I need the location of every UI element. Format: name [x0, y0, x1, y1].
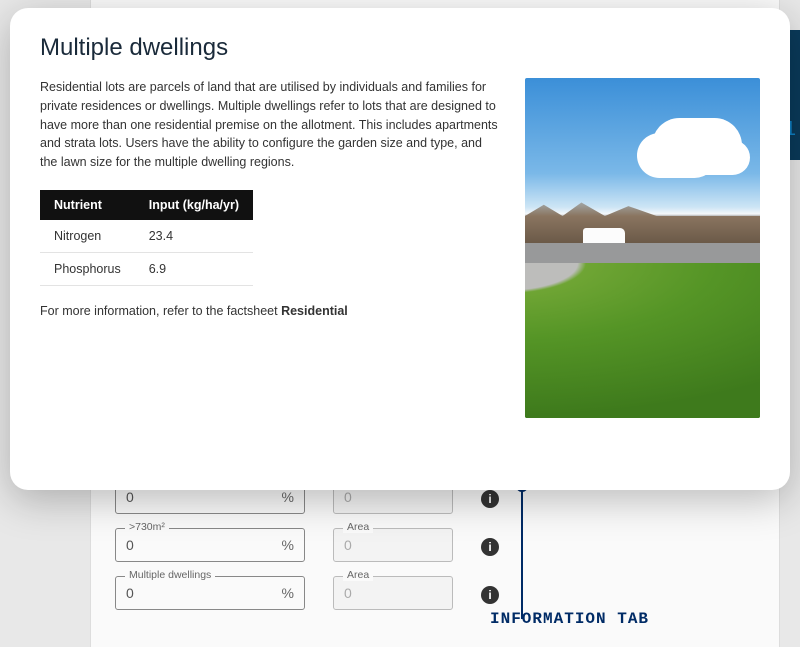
- lawn-shape: [525, 263, 760, 418]
- field-value: 0: [344, 489, 352, 505]
- factsheet-link[interactable]: Residential: [281, 304, 348, 318]
- cell-value: 23.4: [135, 220, 253, 253]
- modal-title: Multiple dwellings: [40, 34, 760, 62]
- cell-nutrient: Phosphorus: [40, 252, 135, 285]
- field-value: 0: [344, 537, 352, 553]
- field-label: Area: [343, 521, 373, 533]
- field-suffix: %: [282, 489, 294, 505]
- form-rows-container: 601-730m² 0 % Area 0 i >730m² 0 % Area 0: [115, 480, 635, 624]
- table-row: Nitrogen 23.4: [40, 220, 253, 253]
- table-header-nutrient: Nutrient: [40, 190, 135, 220]
- info-icon[interactable]: i: [481, 490, 499, 508]
- cell-nutrient: Nitrogen: [40, 220, 135, 253]
- field-suffix: %: [282, 537, 294, 553]
- table-row: Phosphorus 6.9: [40, 252, 253, 285]
- field-value: 0: [344, 585, 352, 601]
- annotation-line: [521, 484, 523, 619]
- info-icon[interactable]: i: [481, 586, 499, 604]
- area-field-gt730: Area 0: [333, 528, 453, 562]
- nutrient-table: Nutrient Input (kg/ha/yr) Nitrogen 23.4 …: [40, 190, 253, 286]
- field-value: 0: [126, 585, 134, 601]
- field-value: 0: [126, 489, 134, 505]
- annotation-label: INFORMATION TAB: [490, 610, 649, 628]
- field-suffix: %: [282, 585, 294, 601]
- modal-photo: [525, 78, 760, 418]
- form-row: >730m² 0 % Area 0 i: [115, 528, 635, 562]
- info-icon[interactable]: i: [481, 538, 499, 556]
- houses-shape: [525, 198, 760, 243]
- form-row: Multiple dwellings 0 % Area 0 i: [115, 576, 635, 610]
- field-label: Area: [343, 569, 373, 581]
- percent-field-multiple-dwellings[interactable]: Multiple dwellings 0 %: [115, 576, 305, 610]
- cell-value: 6.9: [135, 252, 253, 285]
- field-label: >730m²: [125, 521, 169, 533]
- field-label: Multiple dwellings: [125, 569, 215, 581]
- modal-body: Residential lots are parcels of land tha…: [40, 78, 760, 418]
- area-field-multiple-dwellings: Area 0: [333, 576, 453, 610]
- percent-field-gt730[interactable]: >730m² 0 %: [115, 528, 305, 562]
- modal-text-column: Residential lots are parcels of land tha…: [40, 78, 501, 418]
- table-header-input: Input (kg/ha/yr): [135, 190, 253, 220]
- field-value: 0: [126, 537, 134, 553]
- cloud-shape: [652, 118, 742, 173]
- modal-description: Residential lots are parcels of land tha…: [40, 78, 501, 172]
- factsheet-line: For more information, refer to the facts…: [40, 304, 501, 318]
- info-modal: Multiple dwellings Residential lots are …: [10, 8, 790, 490]
- factsheet-prefix: For more information, refer to the facts…: [40, 304, 281, 318]
